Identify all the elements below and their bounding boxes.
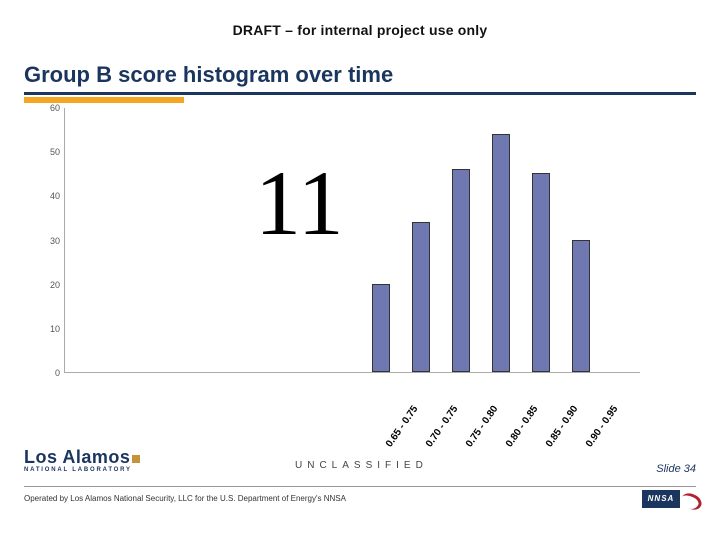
x-tick-label: 0.85 - 0.90 <box>544 404 580 449</box>
nnsa-logo: NNSA <box>642 490 696 510</box>
histogram-bar <box>572 240 590 373</box>
footer-divider <box>24 486 696 487</box>
overlay-index-number: 11 <box>255 150 344 256</box>
title-underline <box>24 92 696 103</box>
histogram-bar <box>412 222 430 372</box>
y-tick: 30 <box>50 236 60 246</box>
x-tick-label: 0.75 - 0.80 <box>464 404 500 449</box>
page-title: Group B score histogram over time <box>24 62 393 88</box>
x-axis-labels: 0.65 - 0.750.70 - 0.750.75 - 0.800.80 - … <box>64 381 640 461</box>
x-tick-label: 0.65 - 0.75 <box>384 404 420 449</box>
y-tick: 40 <box>50 191 60 201</box>
histogram-bar <box>452 169 470 372</box>
y-tick: 10 <box>50 324 60 334</box>
y-axis: 0102030405060 <box>40 108 64 373</box>
x-tick-label: 0.90 - 0.95 <box>584 404 620 449</box>
x-tick-label: 0.70 - 0.75 <box>424 404 460 449</box>
x-tick-label: 0.80 - 0.85 <box>504 404 540 449</box>
histogram-bar <box>372 284 390 372</box>
nnsa-swoosh-icon <box>679 490 704 512</box>
lab-subtitle: NATIONAL LABORATORY <box>24 467 140 473</box>
y-tick: 0 <box>55 368 60 378</box>
slide-number: Slide 34 <box>656 463 696 475</box>
lab-name: Los Alamos <box>24 447 130 467</box>
plot-region <box>64 108 640 373</box>
y-tick: 20 <box>50 280 60 290</box>
draft-banner: DRAFT – for internal project use only <box>0 22 720 38</box>
classification-label: UNCLASSIFIED <box>295 460 428 471</box>
lab-dot-icon <box>132 455 140 463</box>
los-alamos-logo: Los Alamos NATIONAL LABORATORY <box>24 448 140 473</box>
nnsa-text: NNSA <box>642 490 680 508</box>
histogram-bar <box>492 134 510 373</box>
histogram-bar <box>532 173 550 372</box>
y-tick: 60 <box>50 103 60 113</box>
operated-by-line: Operated by Los Alamos National Security… <box>24 494 346 503</box>
y-tick: 50 <box>50 147 60 157</box>
